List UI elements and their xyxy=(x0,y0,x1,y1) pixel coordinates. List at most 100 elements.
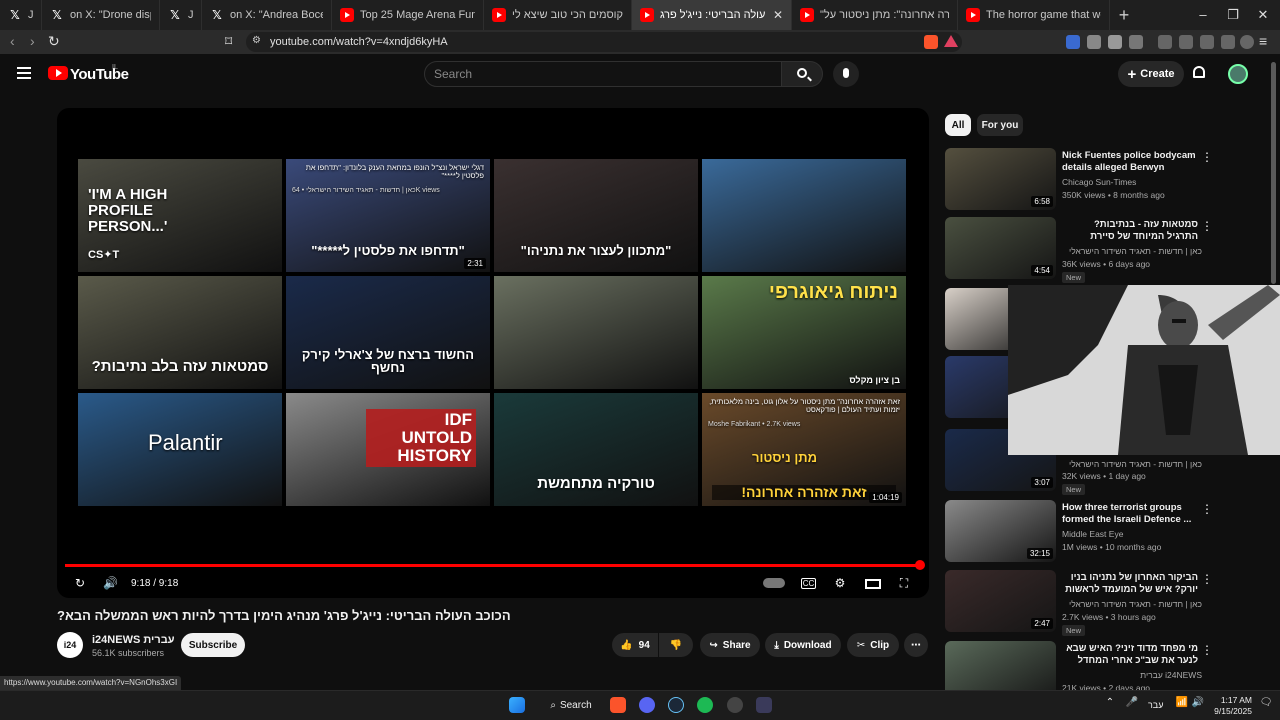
create-button[interactable]: + Create xyxy=(1118,61,1184,87)
recommended-video[interactable]: 4:54 סמטאות עזה - בנתיבות? התרגיל המיוחד … xyxy=(945,217,1265,283)
autoplay-toggle[interactable] xyxy=(763,578,785,588)
endscreen-video[interactable]: ניתוח גיאוגרפי בן ציון מקלס xyxy=(702,276,906,389)
extension-icon-3[interactable] xyxy=(1108,35,1122,49)
recommended-video[interactable]: 2:47 הביקור האחרון של נתניהו בניו יורק? א… xyxy=(945,570,1265,636)
hover-preview-thumbnail[interactable] xyxy=(1008,285,1280,455)
video-thumbnail[interactable]: 4:54 xyxy=(945,217,1056,279)
share-button[interactable]: ↪ Share xyxy=(700,633,760,657)
youtube-logo-icon[interactable] xyxy=(48,66,68,80)
steam-icon[interactable] xyxy=(668,697,684,713)
endscreen-video[interactable]: סמטאות עזה בלב נתיבות? xyxy=(78,276,282,389)
search-input[interactable] xyxy=(424,61,782,87)
video-thumbnail[interactable]: 32:15 xyxy=(945,500,1056,562)
back-icon[interactable]: ‹ xyxy=(10,33,15,49)
endscreen-video[interactable]: "מתכוון לעצור את נתניהו" xyxy=(494,159,698,272)
recommended-video[interactable]: 32:15 How three terrorist groups formed t… xyxy=(945,500,1265,562)
forward-icon[interactable]: › xyxy=(30,33,35,49)
video-title[interactable]: מי מפחד מדוד זיני? האיש שבא לנער את שב"כ… xyxy=(1062,643,1198,667)
subtitles-icon[interactable]: CC xyxy=(801,578,816,589)
app-icon[interactable] xyxy=(727,697,743,713)
endscreen-video[interactable]: זאת אזהרה אחרונה" מתן ניסטור על אלון גוט… xyxy=(702,393,906,506)
channel-name[interactable]: Chicago Sun-Times xyxy=(1062,177,1202,187)
tray-chevron-icon[interactable]: ⌃ xyxy=(1102,697,1118,713)
vpn-icon[interactable] xyxy=(1240,35,1254,49)
more-options-icon[interactable]: ⋮ xyxy=(1201,150,1213,164)
browser-tab[interactable]: The horror game that went wrong w xyxy=(958,0,1110,30)
taskbar-search[interactable]: ⌕ Search xyxy=(540,696,602,714)
extension-icon-4[interactable] xyxy=(1129,35,1143,49)
browser-tab[interactable]: 𝕏on X: "Drone display over the xyxy=(42,0,160,30)
spotify-icon[interactable] xyxy=(697,697,713,713)
dislike-button[interactable]: 👎 xyxy=(659,633,693,657)
extension-icon-2[interactable] xyxy=(1087,35,1101,49)
voice-search-mic-icon[interactable] xyxy=(833,61,859,87)
channel-name[interactable]: כאן | חדשות - תאגיד השידור הישראלי xyxy=(1062,599,1202,609)
video-player[interactable]: 'I'M A HIGH PROFILE PERSON...' CS✦T דגלי י… xyxy=(57,108,929,598)
wifi-icon[interactable]: 📶 xyxy=(1174,697,1190,713)
channel-name[interactable]: כאן | חדשות - תאגיד השידור הישראלי xyxy=(1062,459,1202,469)
maximize-icon[interactable]: ❐ xyxy=(1218,7,1248,23)
wallet-icon[interactable] xyxy=(1200,35,1214,49)
browser-tab[interactable]: "זאת אזהרה אחרונה": מתן ניסטור על xyxy=(792,0,958,30)
download-button[interactable]: ⤓ Download xyxy=(765,633,841,657)
subscribe-button[interactable]: Subscribe xyxy=(181,633,245,657)
recommended-video[interactable]: 6:58 Nick Fuentes police bodycam details … xyxy=(945,148,1265,210)
browser-menu-icon[interactable]: ≡ xyxy=(1259,33,1267,49)
brave-shield-icon[interactable] xyxy=(924,35,938,49)
taskbar-clock[interactable]: 1:17 AM 9/15/2025 xyxy=(1204,695,1252,717)
hamburger-menu-icon[interactable] xyxy=(17,67,31,79)
site-info-icon[interactable]: ⚙ xyxy=(252,35,261,46)
video-title[interactable]: הביקור האחרון של נתניהו בניו יורק? איש ש… xyxy=(1062,572,1198,596)
chip-all[interactable]: All xyxy=(945,114,971,136)
theater-mode-icon[interactable] xyxy=(865,579,881,589)
endscreen-video[interactable]: החשוד ברצח של צ'ארלי קירק נחשף xyxy=(286,276,490,389)
channel-name[interactable]: Middle East Eye xyxy=(1062,529,1202,539)
reload-icon[interactable]: ↻ xyxy=(48,33,60,50)
endscreen-video[interactable] xyxy=(702,159,906,272)
extension-icon-1[interactable] xyxy=(1066,35,1080,49)
discord-icon[interactable] xyxy=(639,697,655,713)
endscreen-video[interactable]: דגלי ישראל ונצ"ל הונפו במחאת הענק בלונדו… xyxy=(286,159,490,272)
more-actions-button[interactable]: ⋯ xyxy=(904,633,928,657)
minimize-icon[interactable]: – xyxy=(1188,7,1218,22)
video-title[interactable]: סמטאות עזה - בנתיבות? התרגיל המיוחד של ס… xyxy=(1062,219,1198,243)
endscreen-video[interactable]: Palantir xyxy=(78,393,282,506)
channel-avatar[interactable]: i24 xyxy=(57,632,83,658)
video-thumbnail[interactable]: 2:47 xyxy=(945,570,1056,632)
more-options-icon[interactable]: ⋮ xyxy=(1201,219,1213,233)
more-options-icon[interactable]: ⋮ xyxy=(1201,502,1213,516)
progress-scrubber[interactable] xyxy=(915,560,925,570)
microphone-tray-icon[interactable]: 🎤 xyxy=(1124,697,1140,713)
endscreen-video[interactable]: IDF UNTOLD HISTORY xyxy=(286,393,490,506)
like-button[interactable]: 👍 94 xyxy=(612,633,658,657)
app-icon-2[interactable] xyxy=(756,697,772,713)
channel-name[interactable]: i24NEWS עברית xyxy=(92,634,175,646)
browser-tab[interactable]: הכוכב העולה הבריטי: נייג'ל פרג ✕ xyxy=(632,0,792,30)
browser-tab[interactable]: זה משחק הקוסמים הכי טוב שיצא לי xyxy=(484,0,632,30)
settings-gear-icon[interactable]: ⚙ xyxy=(833,576,847,590)
youtube-wordmark[interactable]: YouTube xyxy=(70,66,129,83)
channel-name[interactable]: i24NEWS עברית xyxy=(1062,670,1202,680)
endscreen-video[interactable]: 'I'M A HIGH PROFILE PERSON...' CS✦T xyxy=(78,159,282,272)
endscreen-video[interactable] xyxy=(494,276,698,389)
progress-bar[interactable] xyxy=(65,564,921,567)
windows-start-icon[interactable] xyxy=(509,697,525,713)
replay-icon[interactable]: ↻ xyxy=(73,576,87,590)
more-options-icon[interactable]: ⋮ xyxy=(1201,643,1213,657)
channel-name[interactable]: כאן | חדשות - תאגיד השידור הישראלי xyxy=(1062,246,1202,256)
fullscreen-icon[interactable]: ⛶ xyxy=(897,576,911,590)
more-options-icon[interactable]: ⋮ xyxy=(1201,572,1213,586)
browser-tab[interactable]: 𝕏 Jan xyxy=(0,0,42,30)
endscreen-video[interactable]: טורקיה מתחמשת xyxy=(494,393,698,506)
browser-tab[interactable]: 𝕏 Jan xyxy=(160,0,202,30)
notification-center-icon[interactable]: 🗨 xyxy=(1258,697,1274,713)
chip-for-you[interactable]: For you xyxy=(977,114,1023,136)
browser-tab[interactable]: 𝕏on X: "Andrea Bocelli sings S xyxy=(202,0,332,30)
volume-icon[interactable]: 🔊 xyxy=(103,576,118,590)
leo-ai-icon[interactable] xyxy=(1221,35,1235,49)
page-scrollbar[interactable] xyxy=(1271,62,1276,284)
sidebar-toggle-icon[interactable] xyxy=(1179,35,1193,49)
new-tab-icon[interactable]: + xyxy=(1110,5,1138,26)
clip-button[interactable]: ✂ Clip xyxy=(847,633,899,657)
video-thumbnail[interactable]: 6:58 xyxy=(945,148,1056,210)
